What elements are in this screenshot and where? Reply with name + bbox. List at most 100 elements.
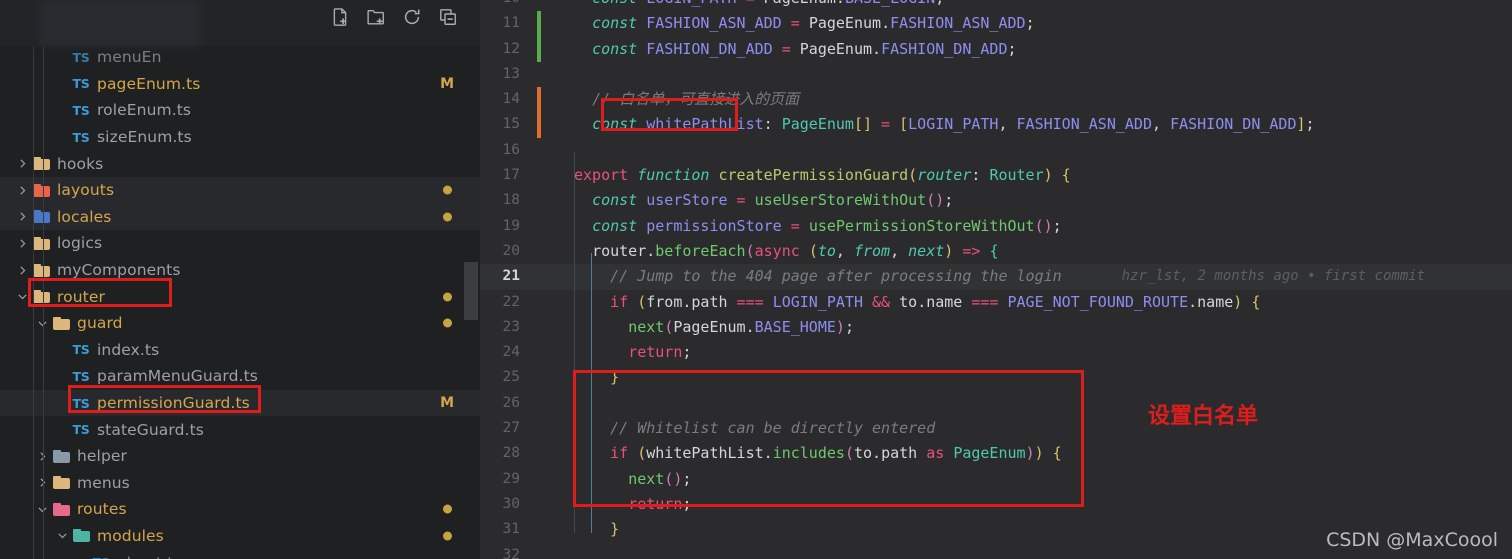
tree-item-mycomponents[interactable]: myComponents — [0, 257, 480, 284]
code-line-26[interactable]: 26 — [480, 391, 1512, 416]
code-line-28[interactable]: 28 if (whitePathList.includes(to.path as… — [480, 441, 1512, 466]
code-line-25[interactable]: 25 } — [480, 365, 1512, 390]
tree-item-helper[interactable]: helper — [0, 443, 480, 470]
line-number: 27 — [502, 420, 520, 437]
tree-item-sizeenum-ts[interactable]: TS sizeEnum.ts — [0, 124, 480, 151]
tree-item-menuen[interactable]: TS menuEn — [0, 44, 480, 71]
code-line-29[interactable]: 29 next(); — [480, 467, 1512, 492]
code-token: ) — [835, 317, 845, 336]
code-token: ) — [1233, 292, 1243, 311]
tree-item-parammenuguard-ts[interactable]: TS paramMenuGuard.ts — [0, 363, 480, 390]
code-token: [ — [899, 115, 909, 134]
code-token: router — [592, 241, 647, 260]
git-status-dot — [443, 292, 452, 302]
code-token: { — [1052, 166, 1071, 185]
chevron-right-icon[interactable] — [34, 475, 50, 491]
git-status-dot — [443, 318, 452, 328]
git-gutter-marker — [537, 87, 541, 113]
code-token: FASHION_ASN_ADD — [890, 14, 1026, 33]
code-token: ] — [1296, 115, 1306, 134]
code-token: beforeEach — [655, 241, 746, 260]
chevron-down-icon[interactable] — [34, 315, 50, 331]
code-token: , — [1152, 115, 1171, 134]
code-line-13[interactable]: 13 — [480, 62, 1512, 87]
new-file-icon[interactable] — [330, 7, 350, 27]
chevron-down-icon[interactable] — [14, 289, 30, 305]
tree-item-layouts[interactable]: layouts — [0, 176, 480, 204]
chevron-right-icon[interactable] — [34, 448, 50, 464]
code-token: , — [835, 241, 854, 260]
tree-item-guard[interactable]: guard — [0, 310, 480, 337]
explorer-toolbar[interactable] — [330, 0, 472, 34]
code-lines[interactable]: 10 const LOGIN_PATH = PageEnum.BASE_LOGI… — [480, 0, 1512, 559]
code-line-27[interactable]: 27 // Whitelist can be directly entered — [480, 416, 1512, 441]
code-line-21[interactable]: 21 // Jump to the 404 page after process… — [480, 264, 1512, 290]
code-line-19[interactable]: 19 const permissionStore = usePermission… — [480, 214, 1512, 239]
typescript-file-icon: TS — [72, 102, 90, 118]
code-token: const — [592, 115, 647, 134]
vscode-window: TS menuEn TS pageEnum.ts M TS roleEnum.ts TS siz… — [0, 0, 1512, 559]
collapse-all-icon[interactable] — [438, 7, 458, 27]
code-editor[interactable]: 10 const LOGIN_PATH = PageEnum.BASE_LOGI… — [480, 0, 1512, 559]
tree-item-modules[interactable]: modules — [0, 523, 480, 550]
tree-item-permissionguard-ts[interactable]: TS permissionGuard.ts M — [0, 389, 480, 417]
tree-item-logics[interactable]: logics — [0, 230, 480, 257]
code-line-10[interactable]: 10 const LOGIN_PATH = PageEnum.BASE_LOGI… — [480, 0, 1512, 11]
code-line-23[interactable]: 23 next(PageEnum.BASE_HOME); — [480, 315, 1512, 340]
code-line-20[interactable]: 20 router.beforeEach(async (to, from, ne… — [480, 239, 1512, 264]
code-token: ) — [1034, 444, 1044, 463]
new-folder-icon[interactable] — [366, 7, 386, 27]
code-text: const FASHION_ASN_ADD = PageEnum.FASHION… — [534, 11, 1035, 36]
code-line-30[interactable]: 30 return; — [480, 492, 1512, 517]
tree-item-index-ts[interactable]: TS index.ts — [0, 337, 480, 364]
tree-item-label: myComponents — [57, 261, 181, 280]
code-line-15[interactable]: 15 const whitePathList: PageEnum[] = [LO… — [480, 112, 1512, 138]
tree-item-hooks[interactable]: hooks — [0, 150, 480, 177]
tree-item-menus[interactable]: menus — [0, 470, 480, 497]
code-token: export — [574, 166, 638, 185]
chevron-down-icon[interactable] — [54, 528, 70, 544]
file-tree[interactable]: TS menuEn TS pageEnum.ts M TS roleEnum.ts TS siz… — [0, 0, 480, 559]
code-line-11[interactable]: 11 const FASHION_ASN_ADD = PageEnum.FASH… — [480, 11, 1512, 37]
tree-item-locales[interactable]: locales — [0, 203, 480, 231]
code-token: createPermissionGuard — [718, 166, 909, 185]
chevron-right-icon[interactable] — [14, 182, 30, 198]
code-line-12[interactable]: 12 const FASHION_DN_ADD = PageEnum.FASHI… — [480, 36, 1512, 62]
explorer-scrollbar-thumb[interactable] — [464, 262, 478, 320]
code-token: === — [962, 292, 1008, 311]
chevron-down-icon[interactable] — [34, 501, 50, 517]
refresh-icon[interactable] — [402, 7, 422, 27]
code-line-14[interactable]: 14 // 白名单，可直接进入的页面 — [480, 87, 1512, 113]
tree-item-label: locales — [57, 207, 112, 226]
tree-item-stateguard-ts[interactable]: TS stateGuard.ts — [0, 416, 480, 443]
code-line-16[interactable]: 16 — [480, 138, 1512, 163]
line-number: 14 — [502, 91, 520, 108]
code-text: // 白名单，可直接进入的页面 — [534, 87, 799, 112]
code-token: ( — [745, 241, 755, 260]
tree-item-routes[interactable]: routes — [0, 496, 480, 523]
code-token: } — [610, 368, 620, 387]
code-line-18[interactable]: 18 const userStore = useUserStoreWithOut… — [480, 188, 1512, 213]
tree-item-pageenum-ts[interactable]: TS pageEnum.ts M — [0, 71, 480, 98]
code-token: const — [592, 191, 647, 210]
chevron-right-icon[interactable] — [14, 156, 30, 172]
code-line-22[interactable]: 22 if (from.path === LOGIN_PATH && to.na… — [480, 290, 1512, 315]
tree-item-roleenum-ts[interactable]: TS roleEnum.ts — [0, 97, 480, 124]
code-token: ; — [944, 191, 954, 210]
tree-item-about-ts[interactable]: TS about.ts — [0, 549, 480, 559]
code-token: = — [781, 14, 809, 33]
folder-icon — [72, 527, 90, 545]
code-token: PAGE_NOT_FOUND_ROUTE — [1007, 292, 1189, 311]
code-token: () — [664, 469, 683, 488]
chevron-right-icon[interactable] — [14, 235, 30, 251]
chevron-right-icon[interactable] — [14, 209, 30, 225]
code-line-17[interactable]: 17 export function createPermissionGuard(… — [480, 163, 1512, 188]
chevron-right-icon[interactable] — [14, 262, 30, 278]
line-number: 23 — [502, 318, 520, 335]
tree-item-router[interactable]: router — [0, 283, 480, 310]
code-line-24[interactable]: 24 return; — [480, 340, 1512, 365]
code-token: as — [917, 444, 954, 463]
folder-icon — [32, 234, 50, 252]
